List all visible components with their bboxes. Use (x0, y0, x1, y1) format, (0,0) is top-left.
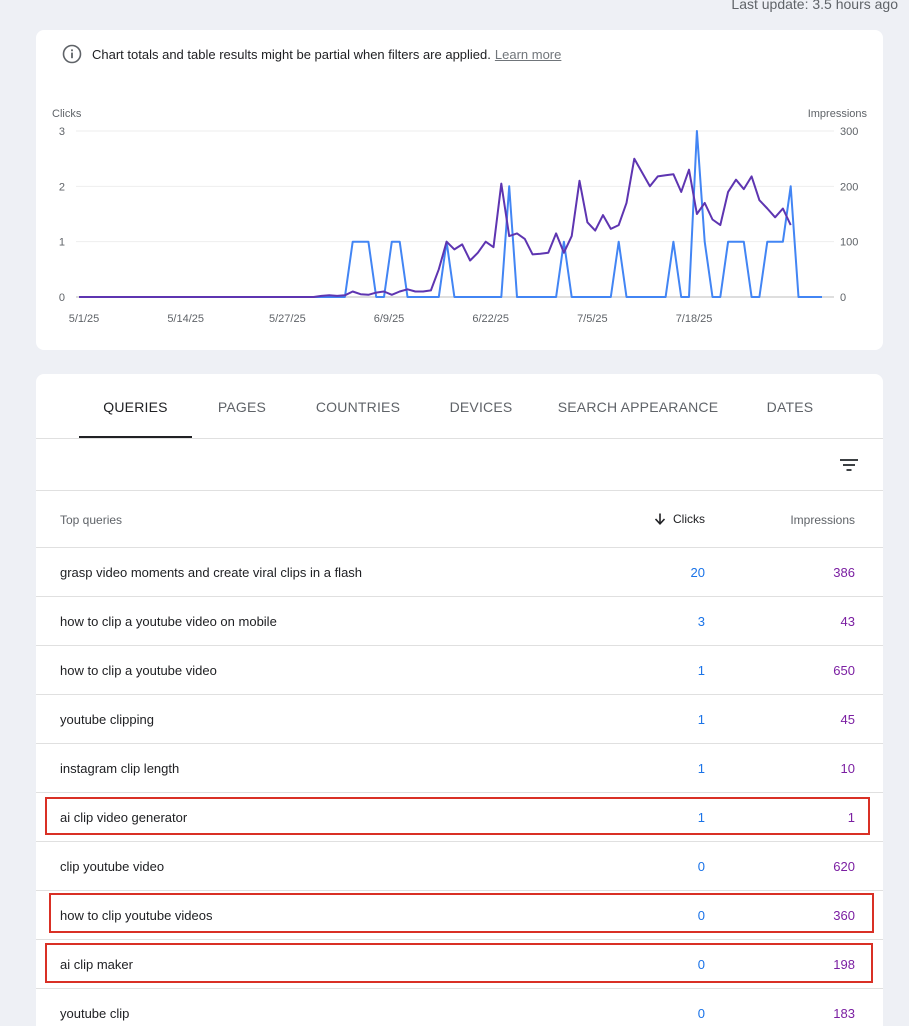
left-axis-title: Clicks (52, 108, 82, 120)
impressions-value: 183 (833, 1006, 855, 1021)
query-text: ai clip maker (60, 957, 133, 972)
clicks-value: 1 (697, 810, 705, 825)
table-row[interactable]: youtube clipping 1 45 (36, 695, 883, 744)
left-tick-label: 3 (59, 126, 65, 138)
impressions-value: 10 (840, 761, 855, 776)
left-tick-label: 2 (59, 181, 65, 193)
clicks-value: 0 (697, 957, 705, 972)
clicks-value: 1 (697, 712, 705, 727)
table-row[interactable]: instagram clip length 1 10 (36, 744, 883, 793)
right-tick-label: 100 (840, 237, 858, 249)
performance-chart-card: Chart totals and table results might be … (36, 30, 883, 350)
impressions-series-line (79, 157, 792, 298)
clicks-value: 20 (690, 565, 705, 580)
query-text: instagram clip length (60, 761, 180, 776)
x-tick-label: 5/14/25 (167, 313, 204, 325)
table-row[interactable]: youtube clip 0 183 (36, 989, 883, 1026)
right-tick-label: 0 (840, 292, 846, 304)
impressions-value: 620 (833, 859, 855, 874)
header-top-queries: Top queries (60, 513, 123, 527)
impressions-value: 360 (833, 908, 855, 923)
queries-table-card: QUERIES PAGES COUNTRIES DEVICES SEARCH A… (36, 374, 883, 1026)
tab-countries[interactable]: COUNTRIES (308, 374, 408, 439)
x-tick-label: 7/18/25 (676, 313, 713, 325)
active-tab-indicator (79, 436, 192, 438)
clicks-value: 1 (697, 663, 705, 678)
query-text: grasp video moments and create viral cli… (60, 565, 363, 580)
impressions-value: 386 (833, 565, 855, 580)
filter-bar (36, 439, 883, 491)
left-tick-label: 0 (59, 292, 65, 304)
clicks-value: 1 (697, 761, 705, 776)
right-tick-label: 300 (840, 126, 858, 138)
table-header: Top queries Clicks Impressions (36, 491, 883, 548)
table-row[interactable]: ai clip video generator 1 1 (36, 793, 883, 842)
query-text: youtube clipping (60, 712, 154, 727)
impressions-value: 1 (847, 810, 855, 825)
header-clicks-sort[interactable]: Clicks (653, 512, 705, 526)
impressions-value: 198 (833, 957, 855, 972)
filter-icon[interactable] (837, 453, 861, 477)
clicks-value: 0 (697, 859, 705, 874)
tab-dates[interactable]: DATES (756, 374, 824, 439)
tab-pages[interactable]: PAGES (206, 374, 278, 439)
x-tick-label: 6/22/25 (472, 313, 509, 325)
query-text: youtube clip (60, 1006, 130, 1021)
query-text: ai clip video generator (60, 810, 188, 825)
table-row[interactable]: how to clip a youtube video 1 650 (36, 646, 883, 695)
x-tick-label: 7/5/25 (577, 313, 608, 325)
x-tick-label: 5/27/25 (269, 313, 306, 325)
impressions-value: 650 (833, 663, 855, 678)
right-axis-title: Impressions (808, 108, 868, 120)
clicks-value: 0 (697, 1006, 705, 1021)
table-row[interactable]: clip youtube video 0 620 (36, 842, 883, 891)
clicks-value: 3 (697, 614, 705, 629)
x-tick-label: 5/1/25 (69, 313, 100, 325)
table-row[interactable]: ai clip maker 0 198 (36, 940, 883, 989)
table-row[interactable]: how to clip a youtube video on mobile 3 43 (36, 597, 883, 646)
query-text: how to clip a youtube video on mobile (60, 614, 277, 629)
table-row[interactable]: how to clip youtube videos 0 360 (36, 891, 883, 940)
tab-search-appearance[interactable]: SEARCH APPEARANCE (556, 374, 720, 439)
last-update-text: Last update: 3.5 hours ago (731, 0, 898, 12)
header-clicks-label: Clicks (673, 512, 705, 526)
query-text: clip youtube video (60, 859, 165, 874)
query-text: how to clip youtube videos (60, 908, 213, 923)
clicks-value: 0 (697, 908, 705, 923)
tab-queries[interactable]: QUERIES (79, 374, 192, 439)
clicks-impressions-chart: Clicks Impressions 0 0 1 100 2 200 3 300 5/1/25 5/1… (52, 108, 868, 325)
header-impressions[interactable]: Impressions (790, 513, 855, 527)
tab-devices[interactable]: DEVICES (440, 374, 522, 439)
table-row[interactable]: grasp video moments and create viral cli… (36, 548, 883, 597)
sort-arrow-down-icon (654, 513, 666, 525)
query-text: how to clip a youtube video (60, 663, 217, 678)
impressions-value: 45 (840, 712, 855, 727)
left-tick-label: 1 (59, 237, 65, 249)
x-tick-label: 6/9/25 (374, 313, 405, 325)
dimension-tabs: QUERIES PAGES COUNTRIES DEVICES SEARCH A… (36, 374, 883, 439)
table-body: grasp video moments and create viral cli… (36, 548, 883, 1026)
right-tick-label: 200 (840, 181, 858, 193)
impressions-value: 43 (840, 614, 855, 629)
